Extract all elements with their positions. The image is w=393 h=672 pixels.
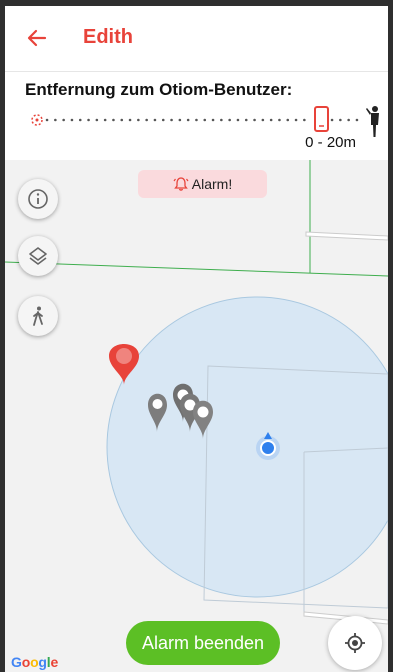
distance-title: Entfernung zum Otiom-Benutzer: [25,80,293,99]
arrow-left-icon [27,29,47,47]
app-screen: Edith Entfernung zum Otiom-Benutzer: 0 -… [5,6,388,672]
end-alarm-button[interactable]: Alarm beenden [126,621,280,665]
map-layers-button[interactable] [18,236,58,276]
distance-panel: Entfernung zum Otiom-Benutzer: 0 - 20m [5,72,388,160]
bell-alert-icon [173,177,189,191]
info-button[interactable] [18,179,58,219]
map-view[interactable]: Alarm! Alarm beenden Google [5,160,388,672]
app-header: Edith [5,6,388,72]
info-icon [28,189,48,209]
location-accuracy-circle [106,296,388,598]
my-location-button[interactable] [328,616,382,670]
page-title: Edith [83,26,133,48]
map-canvas [5,160,388,625]
origin-marker-icon [31,114,43,126]
back-button[interactable] [25,26,49,50]
google-attribution-logo: Google [11,654,59,670]
layers-icon [29,247,47,265]
person-walking-icon [33,306,43,326]
phone-icon [314,106,329,132]
alarm-status-badge: Alarm! [138,170,267,198]
distance-range: 0 - 20m [305,134,356,151]
walk-mode-button[interactable] [18,296,58,336]
alarm-status-label: Alarm! [191,176,233,192]
crosshair-icon [345,633,365,653]
person-standing-icon [366,106,379,137]
